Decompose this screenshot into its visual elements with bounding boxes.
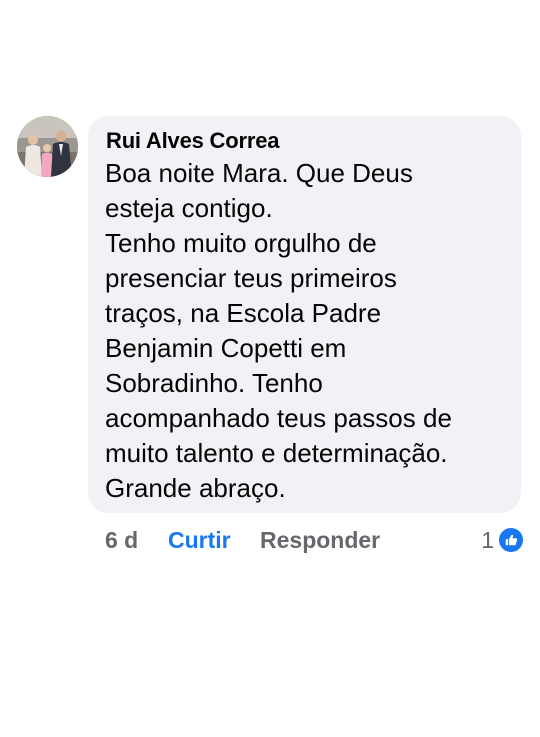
reaction-summary[interactable]: 1: [481, 524, 525, 556]
comment-timestamp[interactable]: 6 d: [105, 524, 138, 556]
like-thumb-icon: [497, 526, 525, 554]
comment-bubble: Rui Alves Correa Boa noite Mara. Que Deu…: [88, 116, 521, 513]
reply-button[interactable]: Responder: [260, 524, 380, 556]
comment-text: Boa noite Mara. Que Deus esteja contigo.…: [105, 158, 452, 503]
avatar[interactable]: [17, 116, 78, 177]
reaction-count: 1: [481, 527, 494, 553]
comment-author[interactable]: Rui Alves Correa: [106, 128, 279, 154]
profile-photo-icon: [17, 116, 78, 177]
like-button[interactable]: Curtir: [168, 524, 231, 556]
comment-actions: 6 d Curtir Responder 1: [105, 524, 525, 556]
